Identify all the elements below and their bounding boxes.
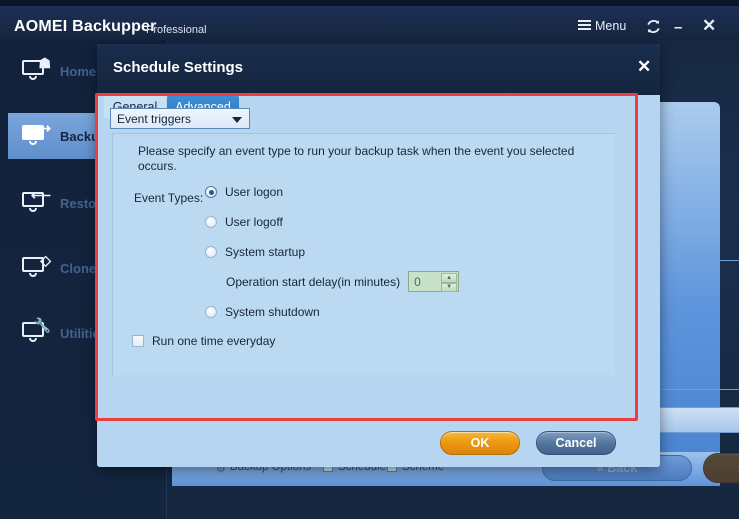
- minimize-icon[interactable]: –: [674, 19, 682, 36]
- run-one-time-everyday-label: Run one time everyday: [152, 334, 276, 348]
- sidebar-item-label: Clone: [60, 260, 97, 276]
- radio-icon: [205, 246, 217, 258]
- app-edition-label: Professional: [146, 24, 207, 36]
- operation-start-delay-label: Operation start delay(in minutes): [226, 274, 401, 289]
- refresh-icon[interactable]: [645, 18, 662, 40]
- radio-user-logoff[interactable]: User logoff: [205, 215, 283, 229]
- radio-label: User logon: [225, 185, 284, 199]
- radio-user-logon[interactable]: User logon: [205, 185, 283, 199]
- run-one-time-everyday-checkbox[interactable]: Run one time everyday: [132, 334, 275, 348]
- cancel-button[interactable]: Cancel: [536, 431, 616, 455]
- schedule-settings-dialog: Schedule Settings ✕ General Advanced Eve…: [97, 44, 660, 467]
- radio-icon: [205, 216, 217, 228]
- monitor-home-icon: ☗: [22, 56, 51, 82]
- hint-text: Please specify an event type to run your…: [138, 144, 575, 173]
- radio-icon: [205, 186, 217, 198]
- operation-start-delay-value[interactable]: 0: [409, 275, 421, 289]
- monitor-wrench-icon: 🔧: [22, 318, 51, 344]
- menu-button[interactable]: Menu: [595, 19, 626, 33]
- radio-system-shutdown[interactable]: System shutdown: [205, 305, 320, 319]
- stepper-buttons: ▲ ▼: [441, 273, 458, 292]
- monitor-backup-icon: ⟶: [22, 121, 51, 147]
- window-titlebar: AOMEI Backupper Professional Menu – ✕: [0, 6, 739, 40]
- spinner-up-icon[interactable]: ▲: [441, 273, 458, 283]
- radio-label: User logoff: [225, 215, 283, 229]
- ok-button[interactable]: OK: [440, 431, 520, 455]
- radio-label: System startup: [225, 245, 306, 259]
- monitor-clone-icon: ◇: [22, 253, 51, 279]
- trigger-type-value: Event triggers: [117, 111, 192, 126]
- operation-start-delay-stepper[interactable]: 0 ▲ ▼: [408, 271, 460, 292]
- radio-icon: [205, 306, 217, 318]
- trigger-type-select[interactable]: Event triggers: [110, 108, 250, 129]
- radio-label: System shutdown: [225, 305, 320, 319]
- sidebar-item-label: Home: [60, 63, 97, 79]
- monitor-restore-icon: ⟵: [22, 188, 51, 214]
- dialog-titlebar: Schedule Settings ✕: [97, 44, 660, 95]
- hamburger-icon[interactable]: [578, 20, 591, 31]
- app-brand-name: AOMEI Backupper: [14, 18, 157, 35]
- modal-shadow-overlay: [703, 453, 739, 483]
- spinner-down-icon[interactable]: ▼: [441, 282, 458, 292]
- chevron-down-icon: [232, 117, 242, 123]
- close-icon[interactable]: ✕: [702, 16, 716, 36]
- dialog-title: Schedule Settings: [113, 59, 244, 76]
- event-trigger-panel: Please specify an event type to run your…: [112, 133, 615, 375]
- close-icon[interactable]: ✕: [637, 57, 651, 77]
- operation-start-delay-row: Operation start delay(in minutes) 0 ▲ ▼: [226, 271, 460, 292]
- radio-system-startup[interactable]: System startup: [205, 245, 305, 259]
- checkbox-icon: [132, 335, 144, 347]
- event-types-label: Event Types:: [134, 191, 204, 205]
